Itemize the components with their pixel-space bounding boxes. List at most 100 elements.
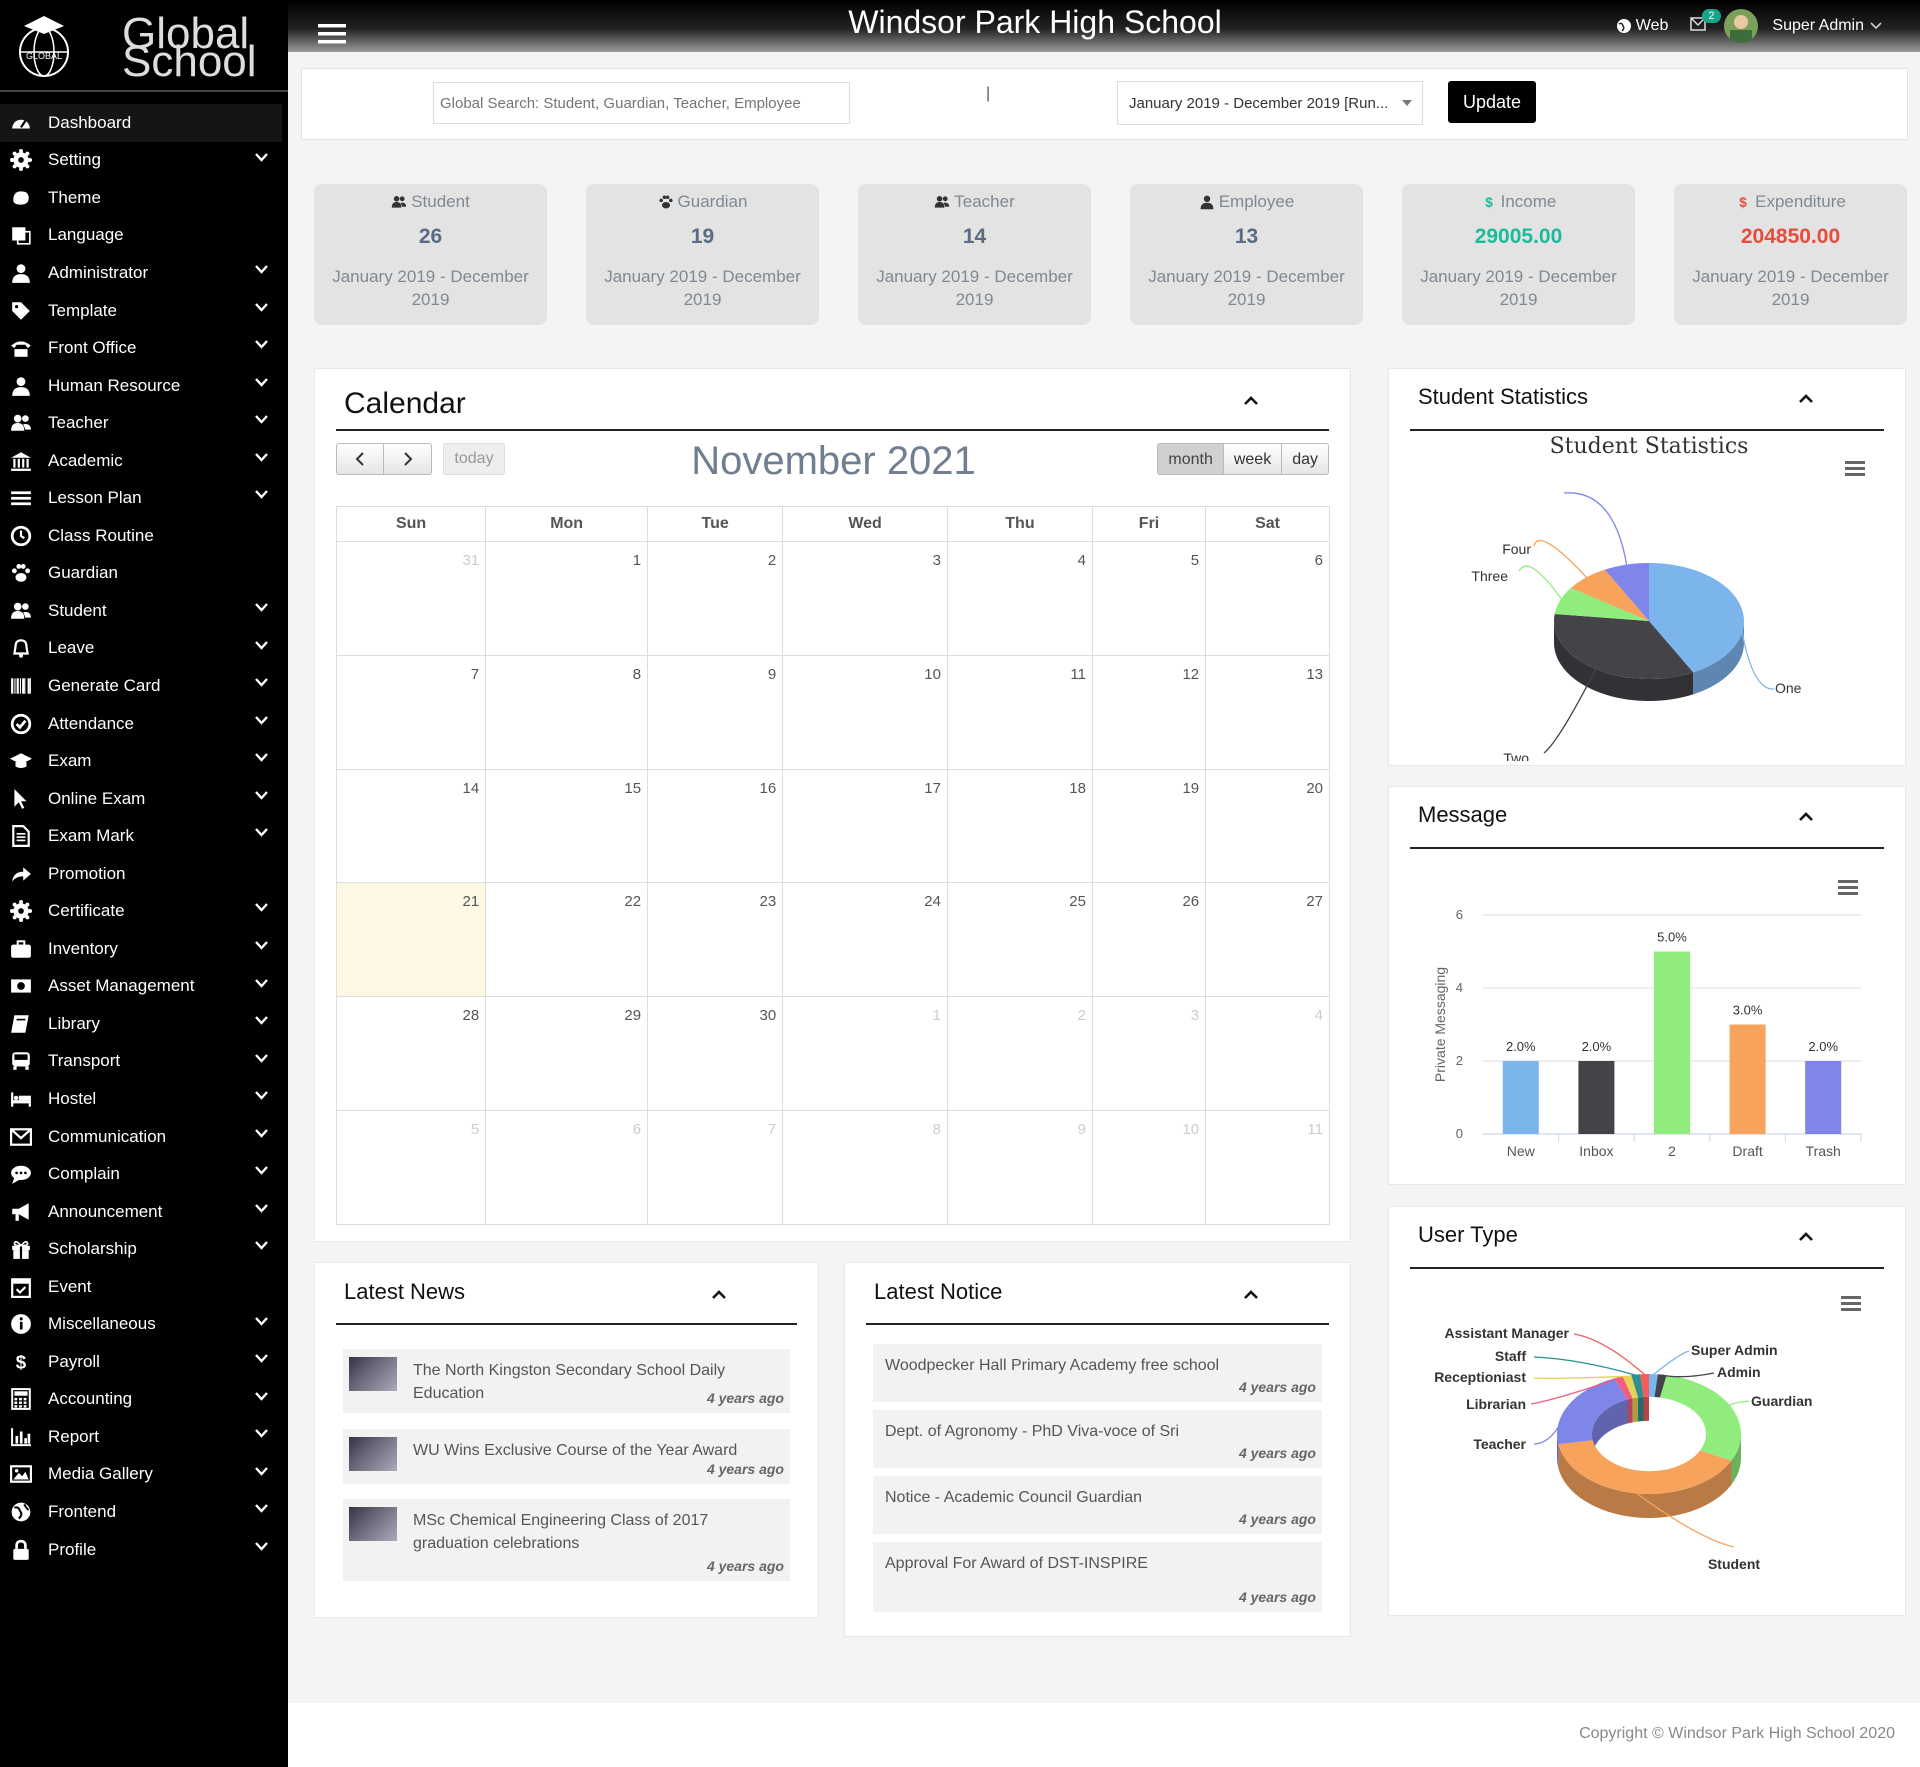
sidebar-item-template[interactable]: Template xyxy=(0,292,288,330)
avatar[interactable] xyxy=(1724,9,1759,43)
sidebar-item-academic[interactable]: Academic xyxy=(0,442,288,480)
notice-item[interactable]: Notice - Academic Council Guardian 4 year… xyxy=(873,1476,1322,1534)
sidebar-item-theme[interactable]: Theme xyxy=(0,179,288,217)
calendar-day[interactable]: 30 xyxy=(647,996,784,1111)
sidebar-item-asset-management[interactable]: Asset Management xyxy=(0,968,288,1006)
sidebar-item-language[interactable]: Language xyxy=(0,217,288,255)
calendar-day[interactable]: 6 xyxy=(485,1109,649,1225)
calendar-day[interactable]: 6 xyxy=(1205,541,1330,656)
pie-slice[interactable] xyxy=(1659,1375,1741,1461)
global-search-input[interactable] xyxy=(433,82,850,124)
calendar-day[interactable]: 16 xyxy=(647,768,784,884)
stat-card-student[interactable]: Student 26 January 2019 - December 2019 xyxy=(314,184,547,325)
calendar-day[interactable]: 8 xyxy=(782,1109,948,1225)
bar[interactable] xyxy=(1654,951,1690,1135)
sidebar-item-student[interactable]: Student xyxy=(0,592,288,630)
bar[interactable] xyxy=(1729,1024,1766,1135)
notification-button[interactable]: 2 xyxy=(1690,8,1721,36)
sidebar-item-accounting[interactable]: Accounting xyxy=(0,1381,288,1419)
calendar-day[interactable]: 14 xyxy=(335,768,487,884)
sidebar-item-library[interactable]: Library xyxy=(0,1005,288,1043)
bar[interactable] xyxy=(1578,1061,1615,1134)
calendar-day[interactable]: 3 xyxy=(1091,996,1207,1111)
calendar-day[interactable]: 5 xyxy=(1091,541,1207,656)
sidebar-item-transport[interactable]: Transport xyxy=(0,1043,288,1081)
calendar-day[interactable]: 4 xyxy=(946,541,1093,656)
calendar-day[interactable]: 4 xyxy=(1205,996,1330,1111)
calendar-day[interactable]: 7 xyxy=(335,654,487,770)
view-month-button[interactable]: month xyxy=(1157,443,1224,475)
sidebar-item-frontend[interactable]: Frontend xyxy=(0,1493,288,1531)
sidebar-item-setting[interactable]: Setting xyxy=(0,142,288,180)
sidebar-item-exam[interactable]: Exam xyxy=(0,742,288,780)
update-button[interactable]: Update xyxy=(1448,81,1536,123)
sidebar-item-complain[interactable]: Complain xyxy=(0,1155,288,1193)
calendar-day[interactable]: 23 xyxy=(647,882,784,998)
sidebar-item-media-gallery[interactable]: Media Gallery xyxy=(0,1456,288,1494)
stat-card-employee[interactable]: Employee 13 January 2019 - December 2019 xyxy=(1130,184,1363,325)
sidebar-item-report[interactable]: Report xyxy=(0,1418,288,1456)
chevron-up-icon[interactable] xyxy=(1798,1232,1814,1242)
calendar-day[interactable]: 18 xyxy=(946,768,1093,884)
chevron-up-icon[interactable] xyxy=(1243,396,1259,406)
calendar-day[interactable]: 19 xyxy=(1091,768,1207,884)
calendar-day[interactable]: 2 xyxy=(946,996,1093,1111)
calendar-day[interactable]: 26 xyxy=(1091,882,1207,998)
calendar-day[interactable]: 24 xyxy=(782,882,948,998)
notice-item[interactable]: Woodpecker Hall Primary Academy free sch… xyxy=(873,1344,1322,1402)
sidebar-item-lesson-plan[interactable]: Lesson Plan xyxy=(0,479,288,517)
news-item[interactable]: The North Kingston Secondary School Dail… xyxy=(343,1349,790,1413)
sidebar-item-dashboard[interactable]: Dashboard xyxy=(0,104,282,142)
calendar-day[interactable]: 5 xyxy=(335,1109,487,1225)
calendar-day[interactable]: 29 xyxy=(485,996,649,1111)
sidebar-item-inventory[interactable]: Inventory xyxy=(0,930,288,968)
sidebar-item-exam-mark[interactable]: Exam Mark xyxy=(0,817,288,855)
bar[interactable] xyxy=(1805,1061,1842,1134)
view-day-button[interactable]: day xyxy=(1282,443,1329,475)
calendar-day[interactable]: 15 xyxy=(485,768,649,884)
calendar-day[interactable]: 12 xyxy=(1091,654,1207,770)
calendar-day[interactable]: 2 xyxy=(647,541,784,656)
sidebar-item-announcement[interactable]: Announcement xyxy=(0,1193,288,1231)
notice-item[interactable]: Approval For Award of DST-INSPIRE 4 years… xyxy=(873,1542,1322,1612)
chart-menu-icon[interactable] xyxy=(1838,880,1858,895)
sidebar-item-administrator[interactable]: Administrator xyxy=(0,254,288,292)
chart-menu-icon[interactable] xyxy=(1845,461,1865,476)
sidebar-item-guardian[interactable]: Guardian xyxy=(0,555,288,593)
sidebar-item-scholarship[interactable]: Scholarship xyxy=(0,1230,288,1268)
stat-card-income[interactable]: $ Income 29005.00 January 2019 - December 2… xyxy=(1402,184,1635,325)
sidebar-item-attendance[interactable]: Attendance xyxy=(0,705,288,743)
user-menu[interactable]: Super Admin xyxy=(1772,17,1882,35)
web-link[interactable]: Web xyxy=(1616,17,1668,35)
chevron-up-icon[interactable] xyxy=(1798,394,1814,404)
sidebar-item-class-routine[interactable]: Class Routine xyxy=(0,517,288,555)
chevron-up-icon[interactable] xyxy=(1243,1290,1259,1300)
sidebar-item-online-exam[interactable]: Online Exam xyxy=(0,780,288,818)
notice-item[interactable]: Dept. of Agronomy - PhD Viva-voce of Sri… xyxy=(873,1410,1322,1468)
calendar-day[interactable]: 28 xyxy=(335,996,487,1111)
sidebar-item-teacher[interactable]: Teacher xyxy=(0,404,288,442)
sidebar-item-communication[interactable]: Communication xyxy=(0,1118,288,1156)
calendar-day[interactable]: 20 xyxy=(1205,768,1330,884)
calendar-day[interactable]: 13 xyxy=(1205,654,1330,770)
calendar-day[interactable]: 1 xyxy=(485,541,649,656)
calendar-day[interactable]: 1 xyxy=(782,996,948,1111)
calendar-day[interactable]: 9 xyxy=(647,654,784,770)
news-item[interactable]: WU Wins Exclusive Course of the Year Awa… xyxy=(343,1429,790,1484)
chevron-up-icon[interactable] xyxy=(1798,812,1814,822)
calendar-day[interactable]: 22 xyxy=(485,882,649,998)
calendar-day[interactable]: 8 xyxy=(485,654,649,770)
calendar-day[interactable]: 17 xyxy=(782,768,948,884)
sidebar-item-generate-card[interactable]: Generate Card xyxy=(0,667,288,705)
calendar-day[interactable]: 9 xyxy=(946,1109,1093,1225)
sidebar-item-human-resource[interactable]: Human Resource xyxy=(0,367,288,405)
session-select[interactable]: January 2019 - December 2019 [Run... xyxy=(1117,81,1423,125)
news-item[interactable]: MSc Chemical Engineering Class of 2017 g… xyxy=(343,1499,790,1581)
sidebar-item-profile[interactable]: Profile xyxy=(0,1531,288,1569)
view-week-button[interactable]: week xyxy=(1223,443,1283,475)
calendar-day-today[interactable]: 21 xyxy=(335,882,487,998)
calendar-day[interactable]: 3 xyxy=(782,541,948,656)
calendar-day[interactable]: 7 xyxy=(647,1109,784,1225)
calendar-day[interactable]: 25 xyxy=(946,882,1093,998)
calendar-day[interactable]: 10 xyxy=(1091,1109,1207,1225)
